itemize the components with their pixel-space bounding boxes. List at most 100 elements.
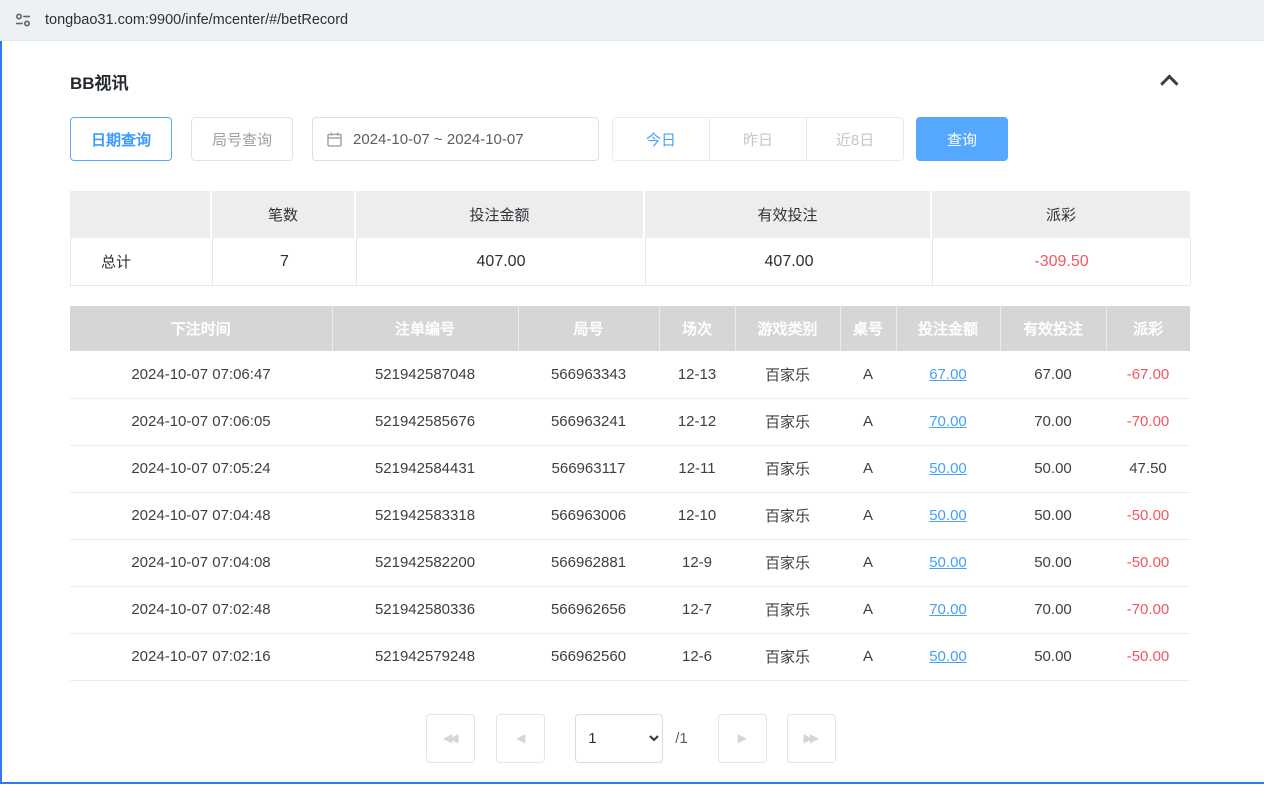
table-row: 2024-10-07 07:05:24521942584431566963117… <box>70 445 1190 492</box>
quick-date-group: 今日 昨日 近8日 <box>612 117 904 161</box>
cell-session: 12-7 <box>659 586 735 633</box>
column-header: 下注时间 <box>70 306 332 351</box>
site-settings-icon[interactable] <box>14 11 32 29</box>
cell-round-id: 566962560 <box>518 633 659 680</box>
page-total-label: /1 <box>675 730 688 747</box>
search-button[interactable]: 查询 <box>916 117 1008 161</box>
cell-valid-bet: 70.00 <box>1000 398 1106 445</box>
chevron-left-icon: ◀ <box>516 731 525 745</box>
bet-amount-link[interactable]: 50.00 <box>929 554 967 571</box>
page-select[interactable]: 1 <box>575 714 663 763</box>
cell-payout: -67.00 <box>1106 351 1190 398</box>
cell-session: 12-13 <box>659 351 735 398</box>
date-range-value: 2024-10-07 ~ 2024-10-07 <box>353 131 524 148</box>
bet-amount-link[interactable]: 70.00 <box>929 413 967 430</box>
table-row: 2024-10-07 07:06:47521942587048566963343… <box>70 351 1190 398</box>
cell-time: 2024-10-07 07:02:16 <box>70 633 332 680</box>
url-text[interactable]: tongbao31.com:9900/infe/mcenter/#/betRec… <box>45 12 348 28</box>
cell-bet-amount: 50.00 <box>896 492 1000 539</box>
bet-amount-link[interactable]: 50.00 <box>929 648 967 665</box>
cell-payout: 47.50 <box>1106 445 1190 492</box>
cell-bet-id: 521942585676 <box>332 398 518 445</box>
table-row: 2024-10-07 07:06:05521942585676566963241… <box>70 398 1190 445</box>
cell-round-id: 566963117 <box>518 445 659 492</box>
date-query-tab[interactable]: 日期查询 <box>70 117 172 161</box>
cell-table-no: A <box>840 633 896 680</box>
today-button[interactable]: 今日 <box>612 117 710 161</box>
cell-valid-bet: 50.00 <box>1000 492 1106 539</box>
cell-table-no: A <box>840 351 896 398</box>
round-query-tab[interactable]: 局号查询 <box>191 117 293 161</box>
first-page-button[interactable]: ◀◀ <box>426 714 475 763</box>
column-header: 游戏类别 <box>735 306 840 351</box>
cell-round-id: 566963343 <box>518 351 659 398</box>
bet-amount-link[interactable]: 67.00 <box>929 366 967 383</box>
cell-time: 2024-10-07 07:02:48 <box>70 586 332 633</box>
yesterday-button[interactable]: 昨日 <box>709 117 807 161</box>
cell-game-type: 百家乐 <box>735 351 840 398</box>
bet-table-body: 2024-10-07 07:06:47521942587048566963343… <box>70 351 1190 680</box>
bet-amount-link[interactable]: 50.00 <box>929 507 967 524</box>
summary-total-row: 总计 7 407.00 407.00 -309.50 <box>70 238 1190 286</box>
cell-round-id: 566962881 <box>518 539 659 586</box>
cell-payout: -50.00 <box>1106 492 1190 539</box>
summary-header-payout: 派彩 <box>932 191 1190 238</box>
summary-total-bet-amount: 407.00 <box>357 238 646 285</box>
cell-valid-bet: 50.00 <box>1000 539 1106 586</box>
summary-header-blank <box>70 191 212 238</box>
cell-valid-bet: 50.00 <box>1000 445 1106 492</box>
cell-bet-id: 521942579248 <box>332 633 518 680</box>
collapse-chevron-icon[interactable] <box>1160 74 1178 92</box>
summary-header-valid-bet: 有效投注 <box>645 191 932 238</box>
cell-payout: -70.00 <box>1106 586 1190 633</box>
column-header: 桌号 <box>840 306 896 351</box>
bet-record-page: BB视讯 日期查询 局号查询 2024-10-07 ~ 2024-10-07 <box>0 41 1264 784</box>
cell-bet-id: 521942587048 <box>332 351 518 398</box>
pagination: ◀◀ ◀ 1 /1 ▶ ▶▶ <box>70 714 1192 763</box>
column-header: 派彩 <box>1106 306 1190 351</box>
cell-session: 12-12 <box>659 398 735 445</box>
browser-window: tongbao31.com:9900/infe/mcenter/#/betRec… <box>0 0 1264 784</box>
cell-game-type: 百家乐 <box>735 586 840 633</box>
summary-header-count: 笔数 <box>212 191 356 238</box>
cell-table-no: A <box>840 398 896 445</box>
cell-valid-bet: 50.00 <box>1000 633 1106 680</box>
cell-game-type: 百家乐 <box>735 492 840 539</box>
table-row: 2024-10-07 07:04:48521942583318566963006… <box>70 492 1190 539</box>
last-page-button[interactable]: ▶▶ <box>787 714 836 763</box>
cell-bet-id: 521942583318 <box>332 492 518 539</box>
cell-time: 2024-10-07 07:06:47 <box>70 351 332 398</box>
filter-bar: 日期查询 局号查询 2024-10-07 ~ 2024-10-07 今日 昨日 … <box>70 117 1192 161</box>
cell-game-type: 百家乐 <box>735 633 840 680</box>
cell-payout: -50.00 <box>1106 633 1190 680</box>
page-title: BB视讯 <box>70 69 129 94</box>
cell-time: 2024-10-07 07:04:08 <box>70 539 332 586</box>
column-header: 局号 <box>518 306 659 351</box>
bet-amount-link[interactable]: 50.00 <box>929 460 967 477</box>
cell-round-id: 566963241 <box>518 398 659 445</box>
bet-table-header-row: 下注时间注单编号局号场次游戏类别桌号投注金额有效投注派彩 <box>70 306 1190 351</box>
cell-table-no: A <box>840 445 896 492</box>
cell-bet-id: 521942580336 <box>332 586 518 633</box>
cell-bet-id: 521942582200 <box>332 539 518 586</box>
cell-game-type: 百家乐 <box>735 398 840 445</box>
column-header: 注单编号 <box>332 306 518 351</box>
prev-page-button[interactable]: ◀ <box>496 714 545 763</box>
next-page-button[interactable]: ▶ <box>718 714 767 763</box>
last-8-days-button[interactable]: 近8日 <box>806 117 904 161</box>
panel-header: BB视讯 <box>70 69 1192 93</box>
cell-payout: -70.00 <box>1106 398 1190 445</box>
bet-amount-link[interactable]: 70.00 <box>929 601 967 618</box>
column-header: 投注金额 <box>896 306 1000 351</box>
table-row: 2024-10-07 07:04:08521942582200566962881… <box>70 539 1190 586</box>
browser-url-bar[interactable]: tongbao31.com:9900/infe/mcenter/#/betRec… <box>0 0 1264 41</box>
cell-session: 12-11 <box>659 445 735 492</box>
chevron-right-icon: ▶ <box>738 731 747 745</box>
cell-bet-amount: 50.00 <box>896 633 1000 680</box>
cell-payout: -50.00 <box>1106 539 1190 586</box>
date-range-input[interactable]: 2024-10-07 ~ 2024-10-07 <box>312 117 599 161</box>
cell-game-type: 百家乐 <box>735 445 840 492</box>
cell-bet-amount: 50.00 <box>896 445 1000 492</box>
double-chevron-right-icon: ▶▶ <box>804 731 819 745</box>
cell-time: 2024-10-07 07:06:05 <box>70 398 332 445</box>
